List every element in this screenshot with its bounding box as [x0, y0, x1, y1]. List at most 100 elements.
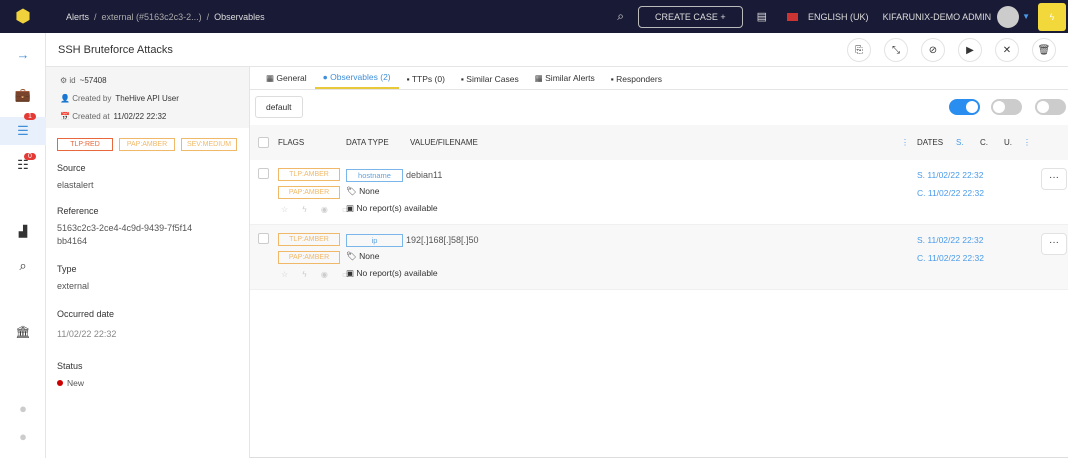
row-actions-button[interactable]: ··· — [1041, 168, 1067, 190]
tab-responders[interactable]: ▪ Responders — [603, 74, 670, 89]
data-type-header[interactable]: DATA TYPE — [346, 138, 389, 147]
sort-u-header[interactable]: U. — [1004, 138, 1012, 147]
flag-icons: ☆ ϟ ◉ ▭ — [281, 270, 356, 279]
row-checkbox[interactable] — [258, 233, 269, 244]
type-value: external — [57, 281, 90, 291]
column-menu-icon[interactable]: ⋮ — [1023, 138, 1031, 147]
value-header[interactable]: VALUE/FILENAME — [410, 138, 478, 147]
preset-button[interactable]: default — [255, 96, 303, 118]
sort-c-header[interactable]: C. — [980, 138, 988, 147]
row-checkbox[interactable] — [258, 168, 269, 179]
status-dot — [57, 380, 63, 386]
table-header: FLAGS DATA TYPE VALUE/FILENAME ⋮ DATES S… — [250, 125, 1068, 160]
column-menu-icon[interactable]: ⋮ — [901, 138, 909, 147]
messages-icon[interactable]: ● — [0, 429, 46, 444]
breadcrumb-observables: Observables — [214, 11, 265, 22]
import-alert-button[interactable]: ⎘ — [847, 38, 871, 62]
meta-created-at: 📅 Created at 11/02/22 22:32 — [60, 112, 167, 121]
tab-similar-cases[interactable]: ▪ Similar Cases — [453, 74, 527, 89]
thehive-logo-icon[interactable]: ⬢ — [0, 6, 46, 27]
cases-icon[interactable]: 💼 — [0, 87, 46, 103]
meta-created-by: 👤 Created by TheHive API User — [60, 94, 179, 103]
id-value: ~57408 — [79, 76, 107, 85]
sort-s-header[interactable]: S. — [956, 138, 964, 147]
meta-id: ⚙ id ~57408 — [60, 76, 107, 85]
id-label: id — [69, 76, 76, 85]
created-by-label: Created by — [72, 94, 112, 103]
occurred-value: 11/02/22 22:32 — [57, 329, 117, 339]
data-type-badge: ip — [346, 234, 403, 247]
tasks-icon[interactable]: ☷ 0 — [0, 153, 46, 173]
alerts-icon[interactable]: ☰ 1 — [0, 113, 46, 145]
reports-text: No report(s) available — [356, 203, 438, 213]
lightning-icon[interactable]: ϟ — [1038, 2, 1066, 31]
source-value: elastalert — [57, 180, 94, 190]
organisation-icon[interactable]: 🏛 — [0, 325, 46, 339]
tab-similar-alerts[interactable]: ▦ Similar Alerts — [527, 73, 603, 89]
report-icon: ▣ — [346, 268, 355, 278]
page-title: SSH Bruteforce Attacks — [58, 43, 173, 56]
auto-refresh-toggle[interactable] — [949, 99, 980, 115]
search-icon[interactable]: ⌕ — [617, 9, 624, 24]
pap-tag: PAP:AMBER — [278, 251, 340, 264]
tab-ttps[interactable]: ▪ TTPs (0) — [399, 74, 453, 89]
tab-observables[interactable]: ● Observables (2) — [314, 72, 399, 89]
book-icon[interactable]: ▤ — [757, 10, 767, 23]
observable-reports: ▣ No report(s) available — [346, 268, 438, 279]
create-case-button[interactable]: CREATE CASE + — [638, 5, 743, 28]
severity-tag: SEV:MEDIUM — [181, 138, 237, 151]
chat-icon[interactable]: ● — [0, 401, 46, 416]
flags-header: FLAGS — [278, 138, 305, 147]
tab-observables-label: Observables (2) — [330, 72, 391, 82]
avatar[interactable] — [997, 5, 1020, 28]
start-date: S. 11/02/22 22:32 — [917, 235, 984, 245]
tab-general[interactable]: ▦ General — [258, 73, 315, 89]
delete-button[interactable]: 🗑 — [1032, 38, 1056, 62]
close-button[interactable]: ✕ — [995, 38, 1019, 62]
report-icon: ▣ — [346, 203, 355, 213]
source-label: Source — [57, 163, 86, 173]
row-actions-button[interactable]: ··· — [1041, 233, 1067, 255]
tab-similar-alerts-label: Similar Alerts — [545, 73, 595, 83]
created-date: C. 11/02/22 22:32 — [917, 188, 984, 198]
dates-header: DATES — [917, 138, 944, 147]
tlp-tag: TLP:RED — [57, 138, 113, 151]
breadcrumb-alert[interactable]: external (#5163c2c3-2...) — [102, 12, 202, 22]
chevron-down-icon[interactable]: ▼ — [1022, 12, 1030, 21]
alerts-badge: 1 — [24, 113, 36, 120]
dashboard-icon[interactable]: ▟ — [0, 225, 46, 238]
tab-bar: ▦ General ● Observables (2) ▪ TTPs (0) ▪… — [250, 67, 1068, 90]
tlp-tag: TLP:AMBER — [278, 168, 340, 181]
tab-similar-cases-label: Similar Cases — [466, 74, 519, 84]
status-value: New — [57, 377, 249, 390]
arrow-right-icon[interactable]: → — [0, 47, 46, 62]
search-icon[interactable]: ⌕ — [0, 258, 46, 274]
reference-label: Reference — [57, 206, 99, 216]
start-button[interactable]: ▶ — [958, 38, 982, 62]
alert-details-panel: ⚙ id ~57408 👤 Created by TheHive API User … — [46, 67, 250, 458]
observable-reports: ▣ No report(s) available — [346, 203, 438, 214]
start-date: S. 11/02/22 22:32 — [917, 170, 984, 180]
select-all-checkbox[interactable] — [258, 137, 269, 148]
stats-toggle[interactable] — [991, 99, 1022, 115]
alert-header: SSH Bruteforce Attacks ⎘ ⤡ ⊘ ▶ ✕ 🗑 — [46, 33, 1068, 67]
type-label: Type — [57, 264, 77, 274]
table-row[interactable]: TLP:AMBER PAP:AMBER ☆ ϟ ◉ ▭ ip 192[.]168… — [250, 225, 1068, 290]
observable-value[interactable]: debian11 — [406, 170, 442, 180]
created-date: C. 11/02/22 22:32 — [917, 253, 984, 263]
merge-button[interactable]: ⤡ — [884, 38, 908, 62]
created-at-label: Created at — [72, 112, 110, 121]
data-type-badge: hostname — [346, 169, 403, 182]
occurred-label: Occurred date — [57, 309, 115, 319]
tags-text: None — [359, 186, 380, 196]
breadcrumb-alerts[interactable]: Alerts — [66, 12, 89, 22]
observable-value[interactable]: 192[.]168[.]58[.]50 — [406, 235, 479, 245]
filter-toggle[interactable] — [1035, 99, 1066, 115]
reference-value: 5163c2c3-2ce4-4c9d-9439-7f5f14bb4164 — [57, 223, 193, 246]
created-at-value: 11/02/22 22:32 — [113, 112, 167, 121]
table-row[interactable]: TLP:AMBER PAP:AMBER ☆ ϟ ◉ ▭ hostname deb… — [250, 160, 1068, 225]
tasks-badge: 0 — [24, 153, 36, 160]
user-name[interactable]: KIFARUNIX-DEMO ADMIN — [883, 12, 992, 22]
language-selector[interactable]: ENGLISH (UK) — [808, 12, 869, 22]
ignore-button[interactable]: ⊘ — [921, 38, 945, 62]
